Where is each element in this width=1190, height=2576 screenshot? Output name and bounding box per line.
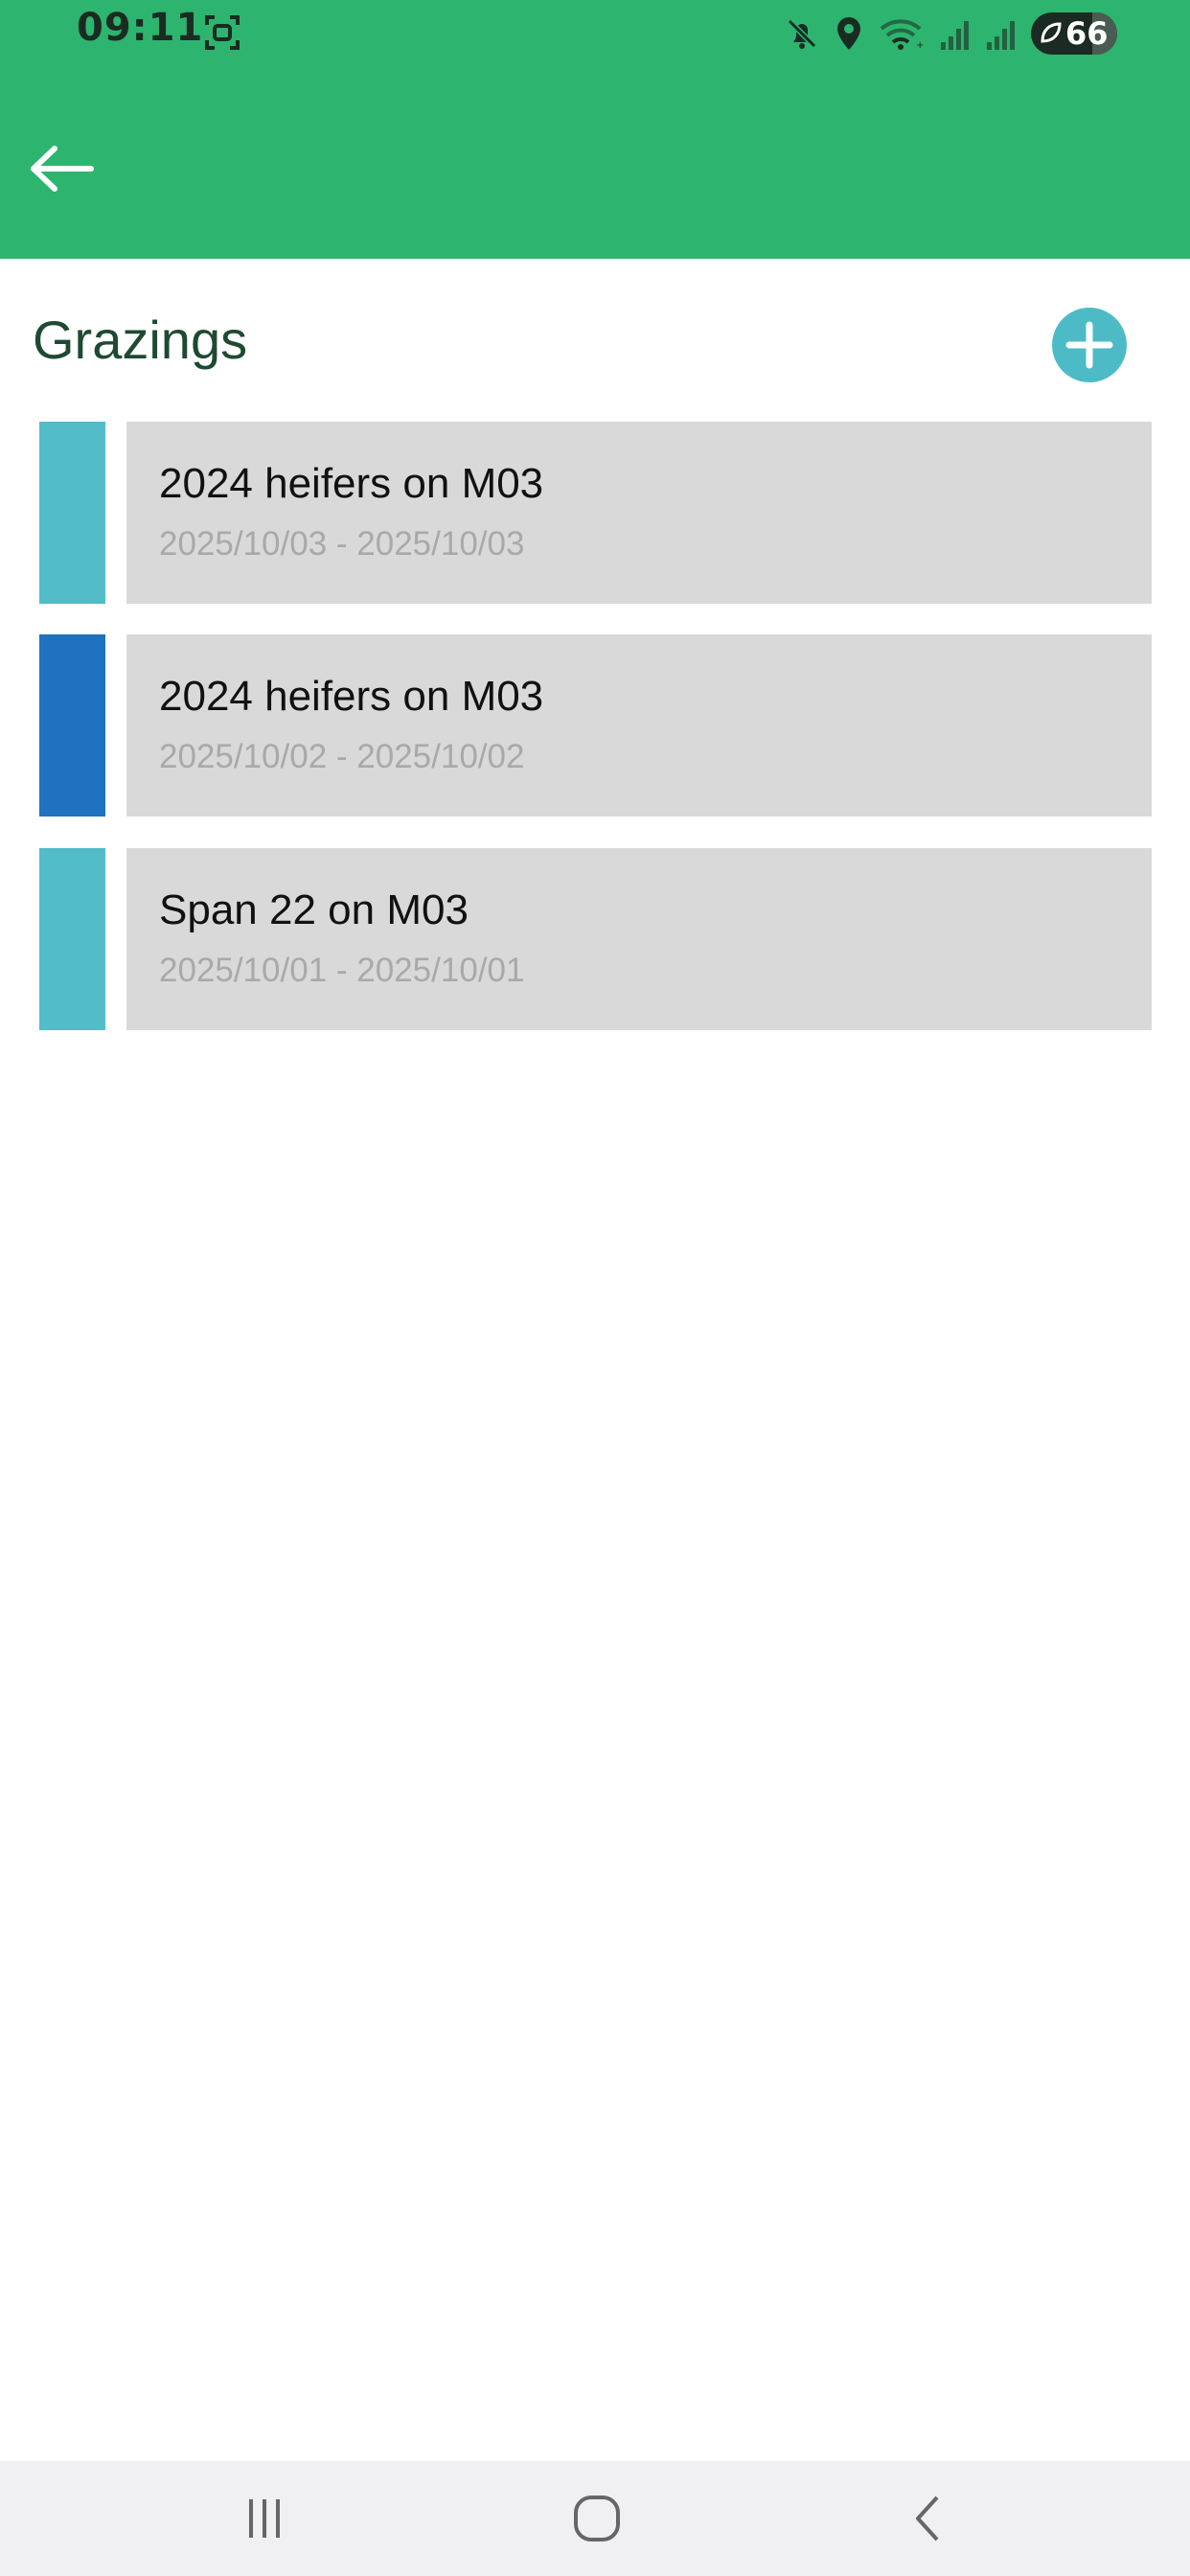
grazing-item[interactable]: 2024 heifers on M03 2025/10/02 - 2025/10… <box>0 634 1190 816</box>
grazing-card[interactable]: 2024 heifers on M03 2025/10/02 - 2025/10… <box>126 634 1152 816</box>
page-title: Grazings <box>33 310 248 370</box>
grazing-dates: 2025/10/02 - 2025/10/02 <box>159 738 525 775</box>
home-icon <box>574 2496 620 2542</box>
signal-icon <box>941 21 969 50</box>
grazing-title: Span 22 on M03 <box>159 886 469 933</box>
grazing-item[interactable]: Span 22 on M03 2025/10/01 - 2025/10/01 <box>0 848 1190 1030</box>
grazing-card[interactable]: 2024 heifers on M03 2025/10/03 - 2025/10… <box>126 422 1152 604</box>
status-icons: + 66 <box>784 8 1117 59</box>
location-icon <box>837 17 860 50</box>
back-icon <box>916 2496 939 2542</box>
grazing-title: 2024 heifers on M03 <box>159 460 544 507</box>
recent-apps-button[interactable] <box>217 2480 312 2557</box>
grazing-dates: 2025/10/01 - 2025/10/01 <box>159 952 525 989</box>
grazing-color-indicator <box>39 848 105 1030</box>
plus-circle-icon <box>1065 321 1113 369</box>
status-bar: 09:11 + 66 <box>0 0 1190 69</box>
svg-text:+: + <box>916 40 924 51</box>
add-grazing-button[interactable] <box>1052 308 1127 382</box>
grazing-card[interactable]: Span 22 on M03 2025/10/01 - 2025/10/01 <box>126 848 1152 1030</box>
app-bar <box>0 69 1190 259</box>
signal-icon <box>987 21 1015 50</box>
system-nav-bar <box>0 2461 1190 2576</box>
battery-level: 66 <box>1065 15 1109 52</box>
section-header: Grazings <box>0 259 1190 412</box>
home-button[interactable] <box>549 2480 645 2557</box>
status-time: 09:11 <box>77 6 204 50</box>
recent-apps-icon <box>249 2499 280 2538</box>
battery-saver-icon <box>1041 22 1062 43</box>
screenshot-icon <box>205 15 240 50</box>
system-back-button[interactable] <box>881 2480 977 2557</box>
battery-indicator: 66 <box>1031 12 1117 55</box>
grazing-color-indicator <box>39 634 105 816</box>
wifi-icon: + <box>880 19 924 51</box>
arrow-left-icon <box>31 146 94 192</box>
grazing-item[interactable]: 2024 heifers on M03 2025/10/03 - 2025/10… <box>0 422 1190 604</box>
mute-icon <box>787 18 817 49</box>
grazing-dates: 2025/10/03 - 2025/10/03 <box>159 525 525 563</box>
grazing-color-indicator <box>39 422 105 604</box>
back-button[interactable] <box>23 130 100 207</box>
grazing-title: 2024 heifers on M03 <box>159 673 544 720</box>
